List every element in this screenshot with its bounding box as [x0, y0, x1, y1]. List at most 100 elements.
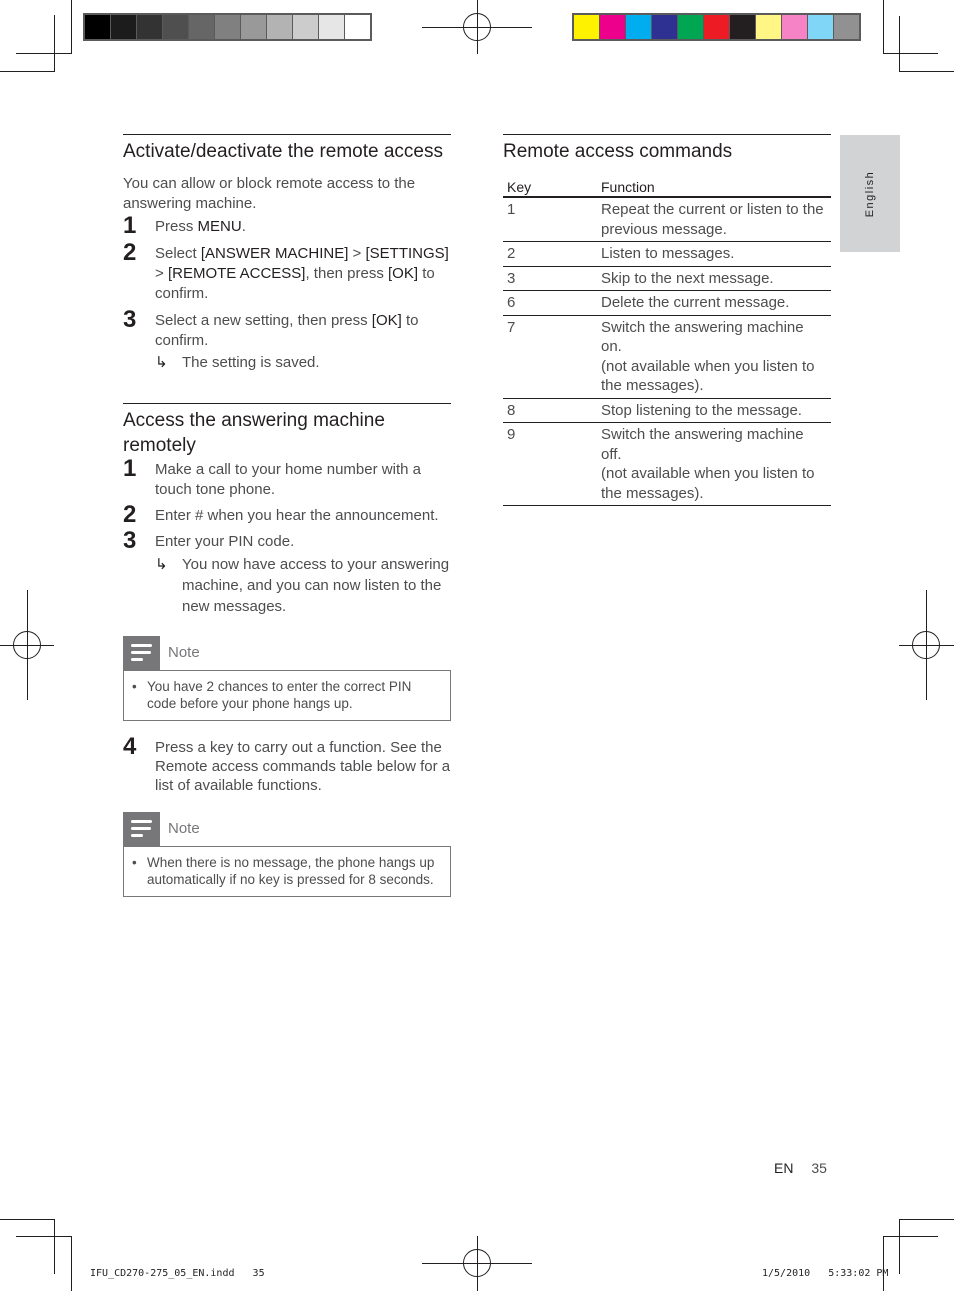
step-number: 1	[123, 455, 137, 482]
function-text: Stop listening to the message.	[601, 401, 802, 419]
process-color-bar	[572, 13, 861, 41]
bullet-icon: •	[132, 679, 137, 694]
slug-filename: IFU_CD270-275_05_EN.indd 35	[90, 1268, 265, 1279]
step-text: Select	[155, 245, 201, 262]
function-text: Listen to messages.	[601, 245, 735, 262]
key-cell: 8	[503, 398, 597, 423]
right-column: Remote access commands Key Function 1 Rep…	[503, 134, 831, 506]
function-text: Skip to the next message.	[601, 269, 774, 287]
section-divider	[123, 134, 451, 135]
step-3: 3 Select a new setting, then press [OK] …	[123, 306, 451, 373]
section-divider	[503, 134, 831, 135]
step-text: Press	[155, 218, 198, 235]
step-text: .	[241, 218, 246, 235]
section-access-remotely: Access the answering machine remotely 1 …	[123, 403, 451, 897]
grayscale-color-bar	[83, 13, 372, 41]
grayscale-swatch	[111, 15, 136, 39]
step-1: 1 Make a call to your home number with a…	[123, 455, 451, 500]
note-icon	[123, 812, 160, 846]
table-row: 8 Stop listening to the message.	[503, 398, 831, 423]
note-body: • When there is no message, the phone ha…	[123, 846, 451, 897]
step-number: 2	[123, 239, 137, 266]
note-icon	[123, 636, 160, 670]
grayscale-swatch	[85, 15, 110, 39]
grayscale-swatch	[319, 15, 344, 39]
note-title: Note	[168, 644, 200, 661]
note-title: Note	[168, 820, 200, 837]
process-color-swatch	[678, 15, 703, 39]
page-footer: EN 35	[774, 1160, 827, 1176]
step-text: Enter # when you hear the announcement.	[155, 507, 439, 524]
note-body: • You have 2 chances to enter the correc…	[123, 670, 451, 721]
process-color-swatch	[756, 15, 781, 39]
note-header: Note	[123, 636, 451, 670]
section-divider	[123, 403, 451, 404]
language-tab: English	[840, 135, 900, 252]
key-cell: 2	[503, 241, 597, 267]
remote-commands-table: Key Function 1 Repeat the current or list…	[503, 176, 831, 506]
menu-label: [SETTINGS]	[365, 245, 449, 262]
process-color-swatch	[808, 15, 833, 39]
grayscale-swatch	[241, 15, 266, 39]
result-arrow-icon: ↳	[155, 354, 168, 371]
table-row: 3 Skip to the next message.	[503, 266, 831, 291]
process-color-swatch	[782, 15, 807, 39]
key-cell: 1	[503, 197, 597, 242]
grayscale-swatch	[137, 15, 162, 39]
result-arrow-icon: ↳	[155, 556, 168, 573]
menu-label: [ANSWER MACHINE]	[200, 245, 349, 262]
step-2: 2 Select [ANSWER MACHINE] > [SETTINGS] >…	[123, 239, 451, 304]
step-number: 3	[123, 527, 137, 554]
section-title: Remote access commands	[503, 141, 733, 162]
note-header: Note	[123, 812, 451, 846]
process-color-swatch	[730, 15, 755, 39]
section-title: Activate/deactivate the remote access	[123, 141, 443, 162]
column-header-key: Key	[503, 176, 597, 198]
step-text: , then press	[305, 265, 389, 282]
column-header-function: Function	[597, 176, 831, 198]
result-text: You now have access to your answering ma…	[182, 556, 450, 615]
grayscale-swatch	[293, 15, 318, 39]
note-text: You have 2 chances to enter the correct …	[147, 679, 412, 711]
step-number: 1	[123, 212, 137, 239]
note-text: When there is no message, the phone hang…	[147, 855, 435, 887]
function-cell: Stop listening to the message.	[597, 398, 831, 423]
grayscale-swatch	[189, 15, 214, 39]
key-cell: 9	[503, 422, 597, 506]
step-text: >	[155, 265, 168, 282]
grayscale-swatch	[345, 15, 370, 39]
table-row: 9 Switch the answering machine off. (not a…	[503, 422, 831, 506]
step-text: >	[348, 245, 366, 262]
step-3: 3 Enter your PIN code. ↳ You now have ac…	[123, 527, 451, 617]
key-cell: 3	[503, 266, 597, 291]
left-column: Activate/deactivate the remote access Yo…	[123, 134, 451, 897]
page-number: 35	[811, 1160, 827, 1176]
language-label: English	[864, 170, 876, 217]
section-title: Access the answering machine remotely	[123, 410, 385, 456]
step-text: Make a call to your home number with a t…	[155, 461, 421, 498]
step-1: 1 Press MENU.	[123, 212, 451, 239]
table-row: 1 Repeat the current or listen to the pre…	[503, 197, 831, 242]
function-text: Delete the current message.	[601, 294, 790, 311]
process-color-swatch	[626, 15, 651, 39]
step-2: 2 Enter # when you hear the announcement…	[123, 501, 451, 528]
step-result: ↳ You now have access to your answering …	[155, 554, 451, 617]
result-text: The setting is saved.	[182, 354, 320, 371]
function-cell: Delete the current message.	[597, 290, 831, 316]
step-text: Select a new setting, then press	[155, 312, 372, 329]
grayscale-swatch	[215, 15, 240, 39]
key-cell: 6	[503, 290, 597, 316]
grayscale-swatch	[267, 15, 292, 39]
section-activate-remote-access: Activate/deactivate the remote access Yo…	[123, 134, 451, 373]
step-number: 4	[123, 733, 137, 760]
note-box: Note • When there is no message, the pho…	[123, 812, 451, 897]
step-text: Press a key to carry out a function. See…	[155, 739, 451, 794]
process-color-swatch	[704, 15, 729, 39]
function-text: Repeat the current or listen to the prev…	[601, 201, 824, 238]
section-intro: You can allow or block remote access to …	[123, 175, 416, 212]
process-color-swatch	[652, 15, 677, 39]
table-header-row: Key Function	[503, 176, 831, 198]
key-label: [OK]	[371, 312, 402, 329]
function-text: Switch the answering machine off.	[601, 426, 804, 463]
step-result: ↳ The setting is saved.	[155, 353, 451, 373]
